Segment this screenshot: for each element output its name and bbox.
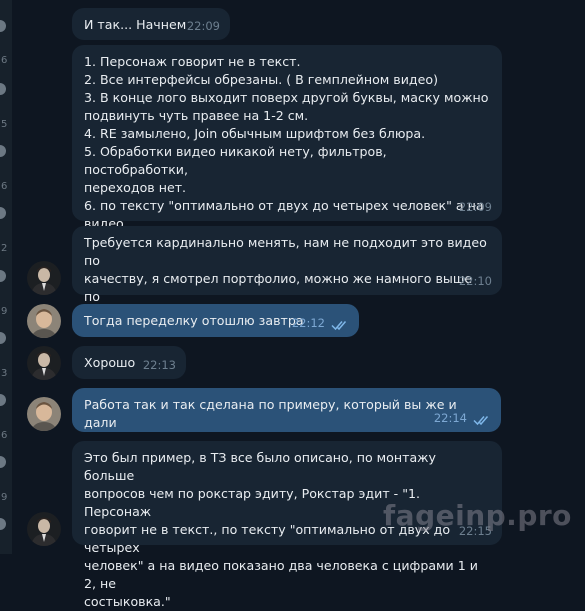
- unread-dot: [0, 332, 6, 344]
- unread-dot: [0, 270, 6, 282]
- message-text: Хорошо: [84, 355, 136, 370]
- edge-digit: 6: [1, 55, 8, 66]
- avatar-person-icon: [27, 346, 61, 380]
- user-avatar[interactable]: [27, 261, 61, 295]
- edge-digit: 2: [1, 243, 8, 254]
- double-check-icon: [331, 321, 347, 331]
- message-incoming[interactable]: Требуется кардинально менять, нам не под…: [72, 226, 502, 322]
- unread-dot: [0, 207, 6, 219]
- message-outgoing[interactable]: Тогда переделку отошлю завтра 22:12: [72, 304, 359, 337]
- avatar-person-icon: [27, 512, 61, 546]
- avatar-person-icon: [27, 397, 61, 431]
- unread-dot: [0, 20, 6, 32]
- my-avatar[interactable]: [27, 397, 61, 431]
- message-outgoing[interactable]: Работа так и так сделана по примеру, кот…: [72, 388, 501, 432]
- unread-dot: [0, 83, 6, 95]
- user-avatar[interactable]: [27, 346, 61, 380]
- message-text: И так... Начнем: [84, 17, 187, 32]
- message-time: 22:13: [142, 358, 176, 372]
- double-check-icon: [473, 416, 489, 426]
- message-incoming[interactable]: Хорошо 22:13: [72, 346, 186, 379]
- watermark-text: fageinp.pro: [383, 499, 572, 532]
- unread-dot: [0, 456, 6, 468]
- message-time: 22:09: [458, 200, 492, 214]
- avatar-person-icon: [27, 261, 61, 295]
- edge-digit: 6: [1, 430, 8, 441]
- message-incoming[interactable]: 1. Персонаж говорит не в текст. 2. Все и…: [72, 45, 502, 249]
- message-text: Тогда переделку отошлю завтра: [84, 313, 304, 328]
- avatar-person-icon: [27, 304, 61, 338]
- message-text: 1. Персонаж говорит не в текст. 2. Все и…: [84, 54, 489, 249]
- user-avatar[interactable]: [27, 512, 61, 546]
- message-incoming[interactable]: И так... Начнем 22:09: [72, 8, 230, 40]
- unread-dot: [0, 394, 6, 406]
- chat-list-edge: 6 5 6 2 9 3 6 9: [0, 0, 12, 554]
- unread-dot: [0, 145, 6, 157]
- unread-dot: [0, 518, 6, 530]
- edge-digit: 9: [1, 306, 8, 317]
- edge-digit: 9: [1, 492, 8, 503]
- message-time: 22:14: [433, 411, 467, 425]
- edge-digit: 6: [1, 181, 8, 192]
- my-avatar[interactable]: [27, 304, 61, 338]
- edge-digit: 3: [1, 368, 8, 379]
- message-time: 22:10: [458, 274, 492, 288]
- message-time: 22:09: [186, 19, 220, 33]
- edge-digit: 5: [1, 119, 8, 130]
- message-text: Работа так и так сделана по примеру, кот…: [84, 397, 457, 430]
- message-time: 22:12: [291, 316, 325, 330]
